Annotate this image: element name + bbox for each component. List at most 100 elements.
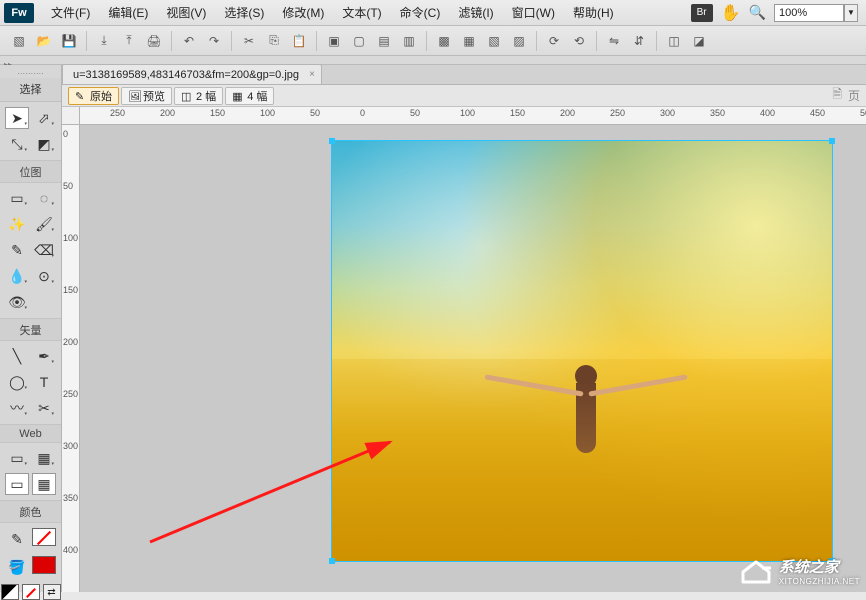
copy-button[interactable]: ⎘ xyxy=(263,30,285,52)
view-2up-button[interactable]: ◫ 2 幅 xyxy=(174,87,223,105)
menu-commands[interactable]: 命令(C) xyxy=(391,1,450,24)
selection-handle-tl[interactable] xyxy=(329,138,335,144)
vertical-ruler[interactable]: 050100150200250300350400 xyxy=(62,125,80,592)
redo-button[interactable]: ↷ xyxy=(203,30,225,52)
menu-file[interactable]: 文件(F) xyxy=(42,1,99,24)
magic-wand-tool[interactable]: ✨ xyxy=(5,213,29,235)
hotspot-tool[interactable]: ▭▾ xyxy=(5,447,29,469)
brush-tool[interactable]: 🖌▾ xyxy=(32,213,56,235)
zoom-level-input[interactable]: 100% xyxy=(774,4,844,22)
save-button[interactable]: 💾 xyxy=(58,30,80,52)
redeye-tool[interactable]: 👁▾ xyxy=(5,291,29,313)
show-slices-button[interactable]: ▦ xyxy=(32,473,56,495)
import-button[interactable]: ⤓ xyxy=(93,30,115,52)
menu-window[interactable]: 窗口(W) xyxy=(503,1,564,24)
export-button[interactable]: ⤒ xyxy=(118,30,140,52)
crop-tool[interactable]: ◩▾ xyxy=(32,133,56,155)
canvas-viewport[interactable] xyxy=(80,125,866,592)
stroke-color-icon: ✎ xyxy=(5,528,29,550)
page-icon[interactable]: 🗎 xyxy=(832,85,842,106)
bring-front-button[interactable]: ▩ xyxy=(433,30,455,52)
selection-handle-bl[interactable] xyxy=(329,558,335,564)
lasso-tool[interactable]: ◌▾ xyxy=(32,187,56,209)
close-tab-icon[interactable]: × xyxy=(309,69,315,80)
ruler-origin[interactable] xyxy=(62,107,80,125)
line-tool[interactable]: ╲ xyxy=(5,345,29,367)
undo-button[interactable]: ↶ xyxy=(178,30,200,52)
stamp-tool[interactable]: ⊙▾ xyxy=(32,265,56,287)
new-doc-button[interactable]: ▧ xyxy=(8,30,30,52)
stroke-color-swatch[interactable] xyxy=(32,528,56,546)
document-tab-bar: u=3138169589,483146703&fm=200&gp=0.jpg × xyxy=(62,65,866,85)
view-original-button[interactable]: ✎ 原始 xyxy=(68,87,119,105)
fill-color-icon: 🪣 xyxy=(5,556,29,578)
document-tab-title: u=3138169589,483146703&fm=200&gp=0.jpg xyxy=(73,69,299,81)
ungroup-button[interactable]: ▢ xyxy=(348,30,370,52)
flip-h-button[interactable]: ⇋ xyxy=(603,30,625,52)
tools-section-bitmap: 位图 xyxy=(0,160,61,183)
default-colors-button[interactable] xyxy=(1,584,19,600)
canvas-image[interactable] xyxy=(332,141,832,561)
hand-tool-icon[interactable]: ✋ xyxy=(721,3,741,23)
rotate-cw-button[interactable]: ⟳ xyxy=(543,30,565,52)
group-button[interactable]: ▣ xyxy=(323,30,345,52)
blur-tool[interactable]: 💧▾ xyxy=(5,265,29,287)
subselect-tool[interactable]: ⬀▾ xyxy=(32,107,56,129)
flip-v-button[interactable]: ⇵ xyxy=(628,30,650,52)
rotate-ccw-button[interactable]: ⟲ xyxy=(568,30,590,52)
pencil-icon: ✎ xyxy=(75,90,87,102)
two-pane-icon: ◫ xyxy=(181,90,193,102)
view-preview-button[interactable]: 🖼 预览 xyxy=(121,87,172,105)
pencil-tool[interactable]: ✎ xyxy=(5,239,29,261)
paste-button[interactable]: 📋 xyxy=(288,30,310,52)
view-4up-label: 4 幅 xyxy=(247,88,267,104)
watermark: 系统之家 XITONGZHIJIA.NET xyxy=(739,556,860,586)
zoom-tool-icon[interactable]: 🔍 xyxy=(749,4,766,21)
pen-tool[interactable]: ✒▾ xyxy=(32,345,56,367)
slice-tool[interactable]: ▦▾ xyxy=(32,447,56,469)
menu-view[interactable]: 视图(V) xyxy=(157,1,215,24)
marquee-tool[interactable]: ▭▾ xyxy=(5,187,29,209)
swap-colors-button[interactable]: ⇄ xyxy=(43,584,61,600)
align-button-1[interactable]: ▤ xyxy=(373,30,395,52)
main-toolbar: ▧ 📂 💾 ⤓ ⤒ 🖨 ↶ ↷ ✂ ⎘ 📋 ▣ ▢ ▤ ▥ ▩ ▦ ▧ ▨ ⟳ … xyxy=(0,26,866,56)
fill-color-swatch[interactable] xyxy=(32,556,56,574)
scale-tool[interactable]: ⤡▾ xyxy=(5,133,29,155)
view-preview-label: 预览 xyxy=(143,88,165,104)
cut-button[interactable]: ✂ xyxy=(238,30,260,52)
menu-filters[interactable]: 滤镜(I) xyxy=(449,1,502,24)
document-tab[interactable]: u=3138169589,483146703&fm=200&gp=0.jpg × xyxy=(62,64,322,84)
menu-select[interactable]: 选择(S) xyxy=(215,1,273,24)
menu-help[interactable]: 帮助(H) xyxy=(564,1,623,24)
send-backward-button[interactable]: ▧ xyxy=(483,30,505,52)
menu-edit[interactable]: 编辑(E) xyxy=(99,1,157,24)
selection-border xyxy=(331,140,833,562)
align-button-2[interactable]: ▥ xyxy=(398,30,420,52)
view-4up-button[interactable]: ▦ 4 幅 xyxy=(225,87,274,105)
tools-panel: ·········· 选择 ➤▾ ⬀▾ ⤡▾ ◩▾ 位图 ▭▾ ◌▾ ✨ 🖌▾ … xyxy=(0,65,62,592)
pointer-tool[interactable]: ➤▾ xyxy=(5,107,29,129)
selection-handle-tr[interactable] xyxy=(829,138,835,144)
menu-text[interactable]: 文本(T) xyxy=(333,1,390,24)
bring-forward-button[interactable]: ▦ xyxy=(458,30,480,52)
transform-button-2[interactable]: ◪ xyxy=(688,30,710,52)
page-label: 页 xyxy=(848,87,860,104)
send-back-button[interactable]: ▨ xyxy=(508,30,530,52)
text-tool[interactable]: T xyxy=(32,371,56,393)
transform-button-1[interactable]: ◫ xyxy=(663,30,685,52)
view-mode-bar: ✎ 原始 🖼 预览 ◫ 2 幅 ▦ 4 幅 🗎 页 xyxy=(62,85,866,107)
no-color-button[interactable] xyxy=(22,584,40,600)
knife-tool[interactable]: ✂▾ xyxy=(32,397,56,419)
shape-tool[interactable]: ◯▾ xyxy=(5,371,29,393)
eraser-tool[interactable]: ⌫▾ xyxy=(32,239,56,261)
horizontal-ruler[interactable]: -502502001501005005010015020025030035040… xyxy=(80,107,866,125)
tools-collapse-icon[interactable]: ·········· xyxy=(2,69,60,78)
hide-slices-button[interactable]: ▭ xyxy=(5,473,29,495)
zoom-dropdown-icon[interactable]: ▼ xyxy=(844,4,858,22)
menu-modify[interactable]: 修改(M) xyxy=(273,1,333,24)
print-button[interactable]: 🖨 xyxy=(143,30,165,52)
bridge-button[interactable]: Br xyxy=(691,4,713,22)
freeform-tool[interactable]: 〰▾ xyxy=(5,397,29,419)
open-button[interactable]: 📂 xyxy=(33,30,55,52)
watermark-logo-icon xyxy=(739,558,773,584)
